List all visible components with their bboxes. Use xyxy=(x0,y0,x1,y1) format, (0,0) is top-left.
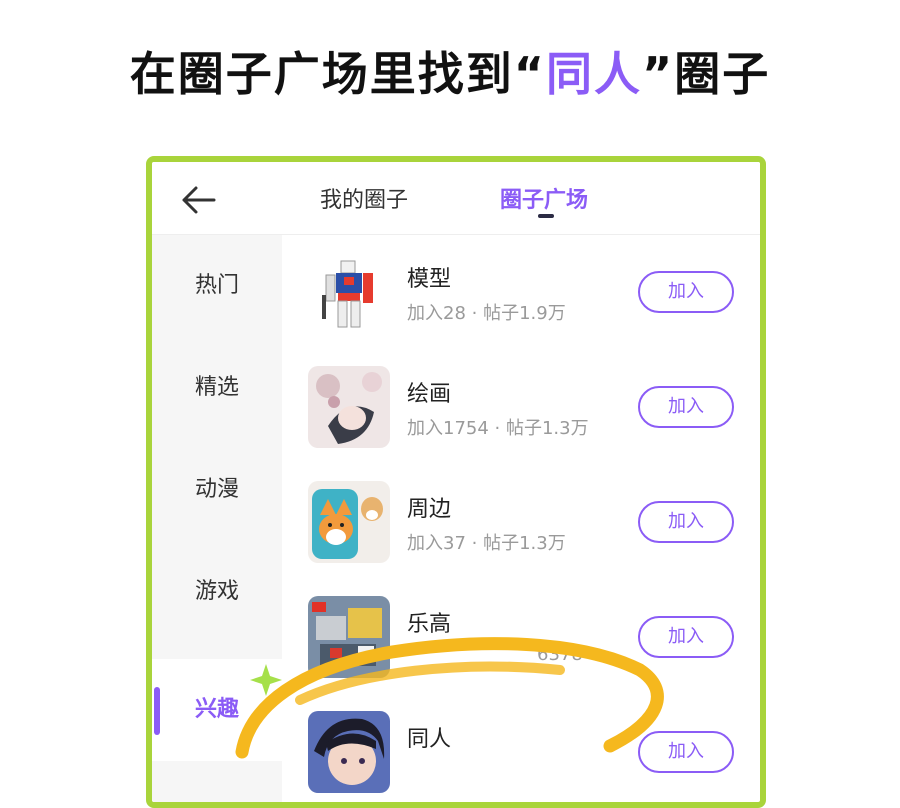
sidebar-item-hot[interactable]: 热门 xyxy=(152,235,282,337)
headline-part2: 圈子 xyxy=(674,47,771,101)
headline: 在圈子广场里找到“同人”圈子 xyxy=(0,38,900,104)
join-button[interactable]: 加入 xyxy=(638,731,734,773)
list-item[interactable]: 周边 加入37 · 帖子1.3万 加入 xyxy=(282,465,760,580)
sidebar-item-interest[interactable]: 兴趣 xyxy=(152,659,282,761)
circle-title: 模型 xyxy=(407,267,452,292)
headline-highlight: 同人 xyxy=(546,47,642,101)
category-sidebar: 热门 精选 动漫 游戏 兴趣 xyxy=(152,235,282,802)
circle-stats: 加入1754 · 帖子1.3万 xyxy=(407,418,589,439)
circle-title: 绘画 xyxy=(407,382,452,407)
list-item[interactable]: 同人 加入 xyxy=(282,695,760,802)
join-button[interactable]: 加入 xyxy=(638,386,734,428)
list-item[interactable]: 绘画 加入1754 · 帖子1.3万 加入 xyxy=(282,350,760,465)
active-tab-indicator xyxy=(538,214,554,218)
tab-circle-square-label: 圈子广场 xyxy=(500,188,589,213)
list-item[interactable]: 模型 加入28 · 帖子1.9万 加入 xyxy=(282,235,760,350)
circle-stats: 加入28 · 帖子1.9万 xyxy=(407,303,566,324)
circle-title: 同人 xyxy=(407,727,452,752)
join-button[interactable]: 加入 xyxy=(638,616,734,658)
sidebar-active-indicator xyxy=(154,687,160,735)
list-item[interactable]: 乐高 6378 加入 xyxy=(282,580,760,695)
gundam-image xyxy=(308,251,390,333)
back-button[interactable] xyxy=(176,180,220,220)
headline-open-quote: “ xyxy=(513,47,546,101)
sidebar-item-games[interactable]: 游戏 xyxy=(152,541,282,643)
tab-my-circles[interactable]: 我的圈子 xyxy=(320,182,408,214)
join-button[interactable]: 加入 xyxy=(638,271,734,313)
circle-stats: 加入37 · 帖子1.3万 xyxy=(407,533,566,554)
tab-circle-square[interactable]: 圈子广场 xyxy=(500,182,589,218)
phone-screen: 我的圈子 圈子广场 热门 精选 动漫 游戏 兴趣 模型 加入28 · 帖子1.9… xyxy=(146,156,766,808)
headline-part1: 在圈子广场里找到 xyxy=(129,47,514,101)
circle-list: 模型 加入28 · 帖子1.9万 加入 绘画 加入1754 · 帖子1.3万 加… xyxy=(282,235,760,802)
lego-box-image xyxy=(308,596,390,678)
back-arrow-icon xyxy=(182,186,216,214)
circle-title: 周边 xyxy=(407,497,452,522)
anime-drawing-image xyxy=(308,366,390,448)
sidebar-item-anime[interactable]: 动漫 xyxy=(152,439,282,541)
sidebar-item-selected[interactable]: 精选 xyxy=(152,337,282,439)
anime-character-image xyxy=(308,711,390,793)
top-bar: 我的圈子 圈子广场 xyxy=(152,162,760,235)
join-button[interactable]: 加入 xyxy=(638,501,734,543)
circle-title: 乐高 xyxy=(407,612,452,637)
headline-close-quote: ” xyxy=(642,47,675,101)
circle-stats: 6378 xyxy=(537,644,583,665)
corgi-merch-image xyxy=(308,481,390,563)
